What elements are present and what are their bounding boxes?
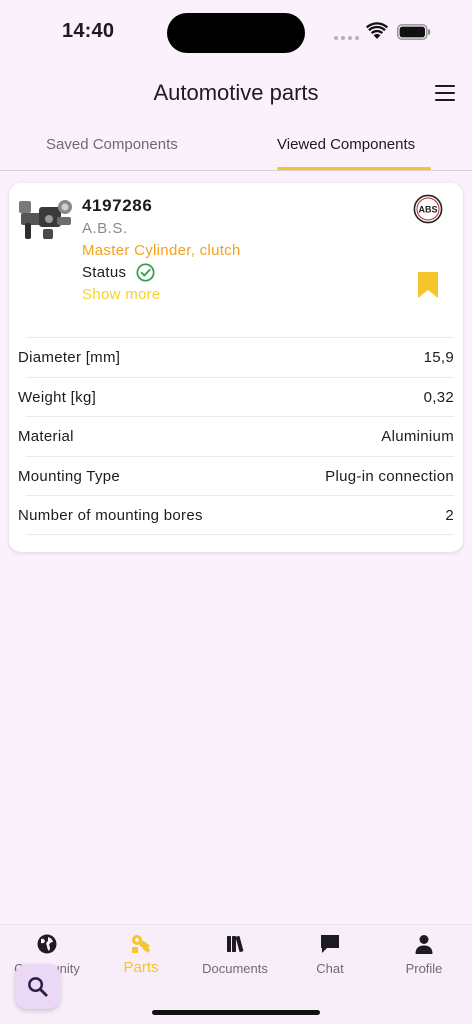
nav-label-documents: Documents bbox=[202, 961, 268, 976]
spec-name: Weight [kg] bbox=[18, 388, 97, 406]
battery-icon bbox=[397, 24, 431, 40]
home-indicator bbox=[152, 1010, 320, 1015]
nav-label-profile: Profile bbox=[405, 961, 443, 976]
spec-name: Material bbox=[18, 428, 74, 446]
spec-value: Plug-in connection bbox=[325, 467, 454, 485]
spec-value: Aluminium bbox=[381, 428, 454, 446]
spec-value: 0,32 bbox=[423, 388, 454, 406]
spec-name: Number of mounting bores bbox=[18, 507, 203, 525]
spec-value: 15,9 bbox=[423, 349, 454, 366]
status-bar: 14:40 bbox=[0, 0, 472, 62]
brand-logo: ABS bbox=[413, 194, 443, 224]
spec-row: Weight [kg] 0,32 bbox=[18, 376, 454, 417]
tab-viewed-components[interactable]: Viewed Components bbox=[277, 136, 415, 153]
nav-item-documents[interactable]: Documents bbox=[188, 933, 282, 976]
app-bar: Automotive parts bbox=[0, 62, 472, 122]
check-circle-icon bbox=[136, 263, 155, 282]
spec-row: Number of mounting bores 2 bbox=[18, 495, 454, 535]
spec-value: 2 bbox=[445, 507, 454, 525]
status-time: 14:40 bbox=[62, 20, 115, 42]
nav-item-profile[interactable]: Profile bbox=[377, 933, 471, 976]
parts-icon bbox=[132, 935, 151, 953]
spec-name: Mounting Type bbox=[18, 467, 121, 485]
tab-saved-components[interactable]: Saved Components bbox=[46, 136, 178, 153]
page-title: Automotive parts bbox=[153, 80, 319, 105]
nav-item-parts[interactable]: Parts bbox=[94, 933, 188, 976]
status-label: Status bbox=[82, 264, 127, 281]
part-image bbox=[19, 200, 72, 239]
app-screen: 14:40 Automotive parts Saved Components … bbox=[0, 0, 472, 1024]
person-icon bbox=[415, 935, 433, 954]
search-fab[interactable] bbox=[15, 964, 60, 1009]
spec-row: Material Aluminium bbox=[18, 416, 454, 456]
nav-label-parts: Parts bbox=[123, 959, 159, 976]
spec-list: Diameter [mm] 15,9 Weight [kg] 0,32 Mate… bbox=[18, 337, 454, 535]
wifi-icon bbox=[366, 22, 388, 39]
spec-name: Diameter [mm] bbox=[18, 349, 121, 366]
chat-bubble-icon bbox=[321, 935, 339, 953]
globe-icon bbox=[37, 934, 57, 954]
tab-indicator bbox=[277, 167, 431, 170]
hamburger-menu-icon[interactable] bbox=[432, 80, 458, 106]
part-card[interactable]: 4197286 A.B.S. Master Cylinder, clutch S… bbox=[9, 183, 463, 552]
part-brand: A.B.S. bbox=[82, 220, 128, 237]
dynamic-island bbox=[167, 13, 305, 53]
bottom-navigation: Community Parts Documents Cha bbox=[0, 924, 472, 1024]
brand-logo-text: ABS bbox=[418, 204, 437, 214]
nav-item-chat[interactable]: Chat bbox=[283, 933, 377, 976]
bookmark-icon[interactable] bbox=[417, 271, 439, 299]
nav-label-chat: Chat bbox=[316, 961, 344, 976]
part-category: Master Cylinder, clutch bbox=[82, 242, 241, 259]
part-number: 4197286 bbox=[82, 196, 153, 215]
cellular-signal-icon bbox=[334, 36, 359, 40]
spec-row: Diameter [mm] 15,9 bbox=[18, 337, 454, 377]
spec-row: Mounting Type Plug-in connection bbox=[18, 455, 454, 496]
show-more-link[interactable]: Show more bbox=[82, 286, 161, 303]
tab-bar: Saved Components Viewed Components bbox=[0, 122, 472, 171]
books-icon bbox=[227, 935, 244, 953]
search-icon bbox=[28, 977, 48, 997]
